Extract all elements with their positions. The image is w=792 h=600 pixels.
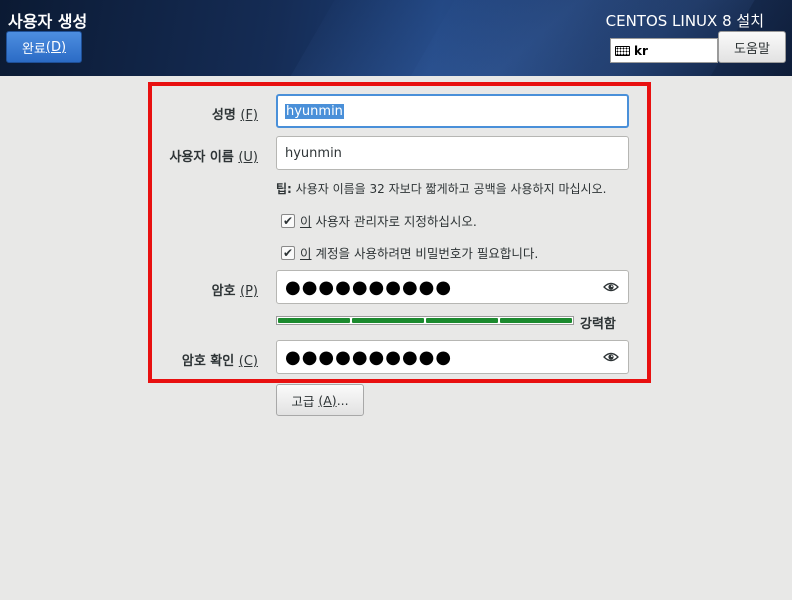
install-title: CENTOS LINUX 8 설치 <box>605 12 764 30</box>
require-password-mnemonic: 이 <box>300 246 312 261</box>
confirm-mnemonic: (C) <box>238 354 258 369</box>
done-button-label: 완료 <box>21 41 46 57</box>
fullname-value: hyunmin <box>285 103 344 119</box>
keyboard-layout-indicator[interactable]: kr <box>610 38 718 63</box>
fullname-label: 성명 (F) <box>160 104 258 123</box>
done-button-mnemonic: (D) <box>45 39 67 55</box>
advanced-button[interactable]: 고급 (A)... <box>276 384 364 416</box>
require-password-checkbox[interactable]: ✔ <box>281 245 295 260</box>
advanced-mnemonic: (A) <box>318 392 337 408</box>
page-title: 사용자 생성 <box>8 12 88 31</box>
username-mnemonic: (U) <box>238 150 258 165</box>
username-value: hyunmin <box>285 145 342 161</box>
header-bar: 사용자 생성 완료 (D) CENTOS LINUX 8 설치 kr 도움말 <box>0 0 792 76</box>
done-button[interactable]: 완료 (D) <box>6 31 82 63</box>
fullname-field[interactable]: hyunmin <box>276 94 629 128</box>
username-tip: 팁: 사용자 이름을 32 자보다 짧게하고 공백을 사용하지 마십시오. <box>276 180 606 197</box>
password-label: 암호 (P) <box>160 280 258 299</box>
require-password-label: 계정을 사용하려면 비밀번호가 필요합니다. <box>311 246 539 261</box>
fullname-label-text: 성명 <box>211 108 236 123</box>
password-mnemonic: (P) <box>240 284 258 299</box>
password-masked-value: ●●●●●●●●●● <box>285 276 453 298</box>
keyboard-layout-label: kr <box>634 43 648 58</box>
advanced-label: 고급 <box>291 393 315 409</box>
confirm-label: 암호 확인 (C) <box>160 350 258 369</box>
confirm-label-text: 암호 확인 <box>181 354 235 369</box>
password-field[interactable]: ●●●●●●●●●● <box>276 270 629 304</box>
help-button[interactable]: 도움말 <box>718 31 786 63</box>
require-password-checkbox-row[interactable]: ✔ 이 계정을 사용하려면 비밀번호가 필요합니다. <box>281 243 538 262</box>
admin-checkbox[interactable]: ✔ <box>281 213 295 228</box>
confirm-masked-value: ●●●●●●●●●● <box>285 346 453 368</box>
show-confirm-eye-icon[interactable] <box>603 351 619 363</box>
username-field[interactable]: hyunmin <box>276 136 629 170</box>
advanced-suffix: ... <box>336 392 349 408</box>
admin-checkbox-label: 사용자 관리자로 지정하십시오. <box>311 214 477 229</box>
admin-checkbox-row[interactable]: ✔ 이 사용자 관리자로 지정하십시오. <box>281 211 477 230</box>
strength-segment <box>352 318 424 323</box>
username-label-text: 사용자 이름 <box>169 150 234 165</box>
fullname-mnemonic: (F) <box>240 108 258 123</box>
confirm-password-field[interactable]: ●●●●●●●●●● <box>276 340 629 374</box>
keyboard-icon <box>615 45 630 56</box>
tip-text: 사용자 이름을 32 자보다 짧게하고 공백을 사용하지 마십시오. <box>295 182 607 196</box>
password-strength-label: 강력함 <box>580 317 616 332</box>
tip-prefix: 팁: <box>276 182 292 196</box>
strength-segment <box>500 318 572 323</box>
password-label-text: 암호 <box>211 284 236 299</box>
show-password-eye-icon[interactable] <box>603 281 619 293</box>
strength-segment <box>278 318 350 323</box>
strength-segment <box>426 318 498 323</box>
password-strength-meter <box>276 316 574 325</box>
admin-checkbox-mnemonic: 이 <box>300 214 312 229</box>
username-label: 사용자 이름 (U) <box>150 146 258 165</box>
